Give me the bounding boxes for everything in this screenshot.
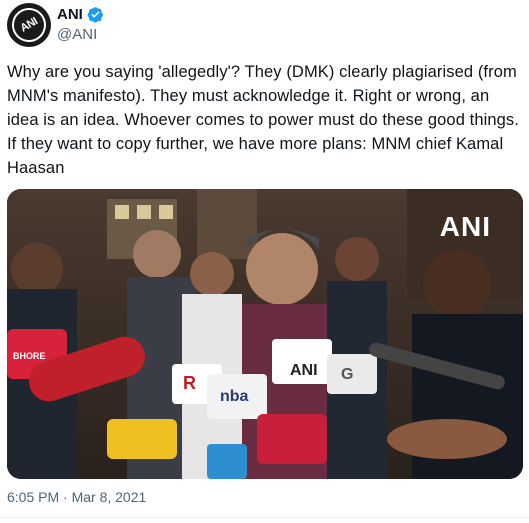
tweet-card: ANI ANI @ANI Why are you saying 'alleged… — [0, 0, 529, 523]
mic-label-ani: ANI — [290, 362, 318, 379]
bottom-divider — [0, 517, 529, 518]
mic-label-bhore: BHORE — [13, 351, 46, 361]
verified-badge-icon — [87, 7, 103, 23]
mic-label-r: R — [183, 373, 196, 393]
ani-logo-icon: ANI — [7, 3, 51, 47]
author-display-name[interactable]: ANI — [57, 6, 83, 23]
avatar-logo-text: ANI — [18, 15, 40, 35]
author-handle[interactable]: @ANI — [57, 26, 97, 43]
author-avatar[interactable]: ANI — [7, 3, 51, 47]
ani-watermark: ANI — [439, 211, 491, 242]
mic-label-nba: nba — [220, 388, 249, 405]
tweet-timestamp[interactable]: 6:05 PM · Mar 8, 2021 — [7, 489, 146, 505]
mic-label-g: G — [341, 366, 353, 383]
tweet-text: Why are you saying 'allegedly'? They (DM… — [7, 63, 519, 177]
author-name-row: ANI — [57, 6, 104, 23]
tweet-photo[interactable]: ANI nba R G BHORE ANI — [7, 189, 523, 479]
